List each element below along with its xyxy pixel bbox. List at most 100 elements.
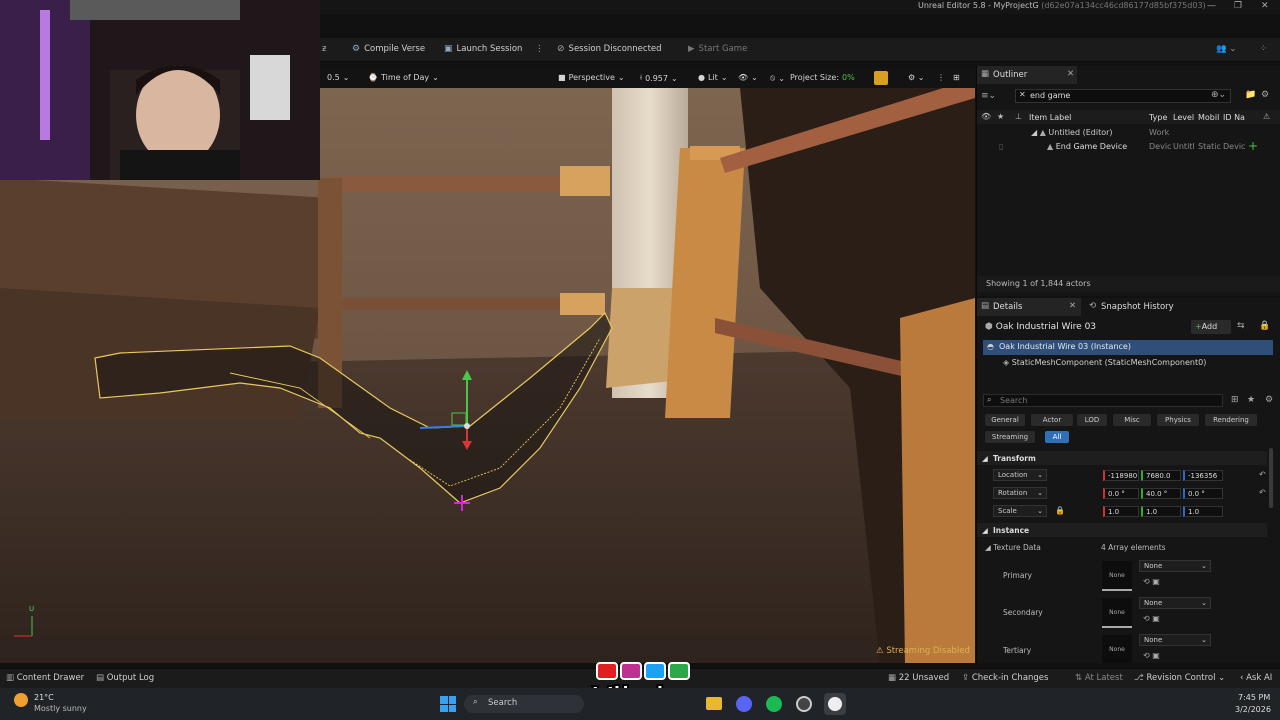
outliner-search-input[interactable]: ✕ end game (1015, 89, 1231, 103)
perspective-dropdown[interactable]: ■ Perspective ⌄ (558, 73, 625, 82)
settings-grid-icon[interactable]: ⁘ (1260, 44, 1267, 54)
spotify-icon[interactable] (766, 696, 782, 712)
settings-icon[interactable]: ⚙ (1261, 90, 1269, 100)
reset-icon[interactable]: ↶ (1259, 470, 1266, 479)
settings-icon[interactable]: ⚙ (1265, 395, 1273, 405)
slot-secondary-thumbnail[interactable]: None (1102, 598, 1132, 628)
use-selected-icon[interactable]: ⟲ ▣ (1143, 614, 1160, 623)
filter-lod[interactable]: LOD (1077, 414, 1107, 426)
row-pin-icon[interactable]: ▯ (999, 142, 1003, 151)
scale-y-field[interactable]: 1.0 (1141, 506, 1181, 517)
more-options-icon[interactable]: ⋮ (535, 44, 544, 54)
tab-details[interactable]: ▤ Details ✕ (977, 298, 1081, 316)
slot-tertiary-dropdown[interactable]: None ⌄ (1139, 634, 1211, 646)
viewport-settings-icon[interactable]: ⚙ ⌄ (908, 73, 924, 82)
pin-icon[interactable]: ⊥ (1015, 112, 1022, 121)
column-mobility[interactable]: Mobil (1198, 113, 1219, 122)
texture-data-label[interactable]: ◢ Texture Data (985, 543, 1041, 552)
fov-dropdown[interactable]: ⟊ 0.957 ⌄ (640, 73, 678, 83)
rotation-x-field[interactable]: 0.0 ° (1103, 488, 1139, 499)
rotation-y-field[interactable]: 40.0 ° (1141, 488, 1181, 499)
restore-icon[interactable]: ❐ (1234, 1, 1242, 11)
use-selected-icon[interactable]: ⟲ ▣ (1143, 651, 1160, 660)
layout-grid-icon[interactable]: ⊞ (953, 73, 960, 82)
favorite-icon[interactable]: ★ (997, 112, 1004, 121)
visibility-icon[interactable]: 👁 (981, 112, 991, 121)
lit-dropdown[interactable]: ● Lit ⌄ (698, 73, 728, 82)
folder-icon[interactable]: 📁 (1245, 90, 1256, 100)
slot-tertiary-thumbnail[interactable]: None (1102, 635, 1132, 663)
slot-secondary-dropdown[interactable]: None ⌄ (1139, 597, 1211, 609)
location-x-field[interactable]: -118980 (1103, 470, 1139, 481)
ask-ai-button[interactable]: ‹ Ask AI (1240, 673, 1272, 683)
users-icon[interactable]: 👥 ⌄ (1216, 44, 1236, 54)
list-item[interactable]: ▲ End Game Device (1047, 142, 1127, 151)
location-dropdown[interactable]: Location ⌄ (993, 469, 1047, 481)
file-explorer-icon[interactable] (706, 697, 722, 710)
reset-icon[interactable]: ↶ (1259, 488, 1266, 497)
minimize-icon[interactable]: — (1207, 1, 1216, 11)
scale-x-field[interactable]: 1.0 (1103, 506, 1139, 517)
clock-time[interactable]: 7:45 PM (1238, 693, 1270, 702)
content-drawer-button[interactable]: ▥ Content Drawer (6, 673, 84, 683)
revision-control-button[interactable]: ⎇ Revision Control ⌄ (1134, 673, 1225, 683)
compile-verse-button[interactable]: ⚙ Compile Verse (352, 44, 425, 54)
filter-actor[interactable]: Actor (1031, 414, 1073, 426)
close-icon[interactable]: ✕ (1261, 1, 1269, 11)
add-icon[interactable]: + (1248, 139, 1258, 153)
component-instance-row[interactable]: ◓ Oak Industrial Wire 03 (Instance) (983, 340, 1273, 355)
table-view-icon[interactable]: ⊞ (1231, 395, 1239, 405)
add-filter-icon[interactable]: ⊕⌄ (1211, 90, 1226, 100)
realtime-toggle-icon[interactable] (874, 71, 888, 85)
favorite-icon[interactable]: ★ (1247, 395, 1255, 405)
weather-text[interactable]: Mostly sunny (34, 704, 87, 713)
more-options-icon[interactable]: ⋮ (937, 73, 945, 82)
add-component-button[interactable]: +Add (1191, 320, 1231, 334)
session-status[interactable]: ⊘ Session Disconnected (557, 44, 662, 54)
column-item-label[interactable]: Item Label (1029, 113, 1071, 122)
time-of-day-dropdown[interactable]: ⌚ Time of Day ⌄ (368, 73, 439, 82)
filter-streaming[interactable]: Streaming (985, 431, 1035, 443)
filter-all[interactable]: All (1045, 431, 1069, 443)
start-button[interactable] (440, 696, 456, 712)
scale-z-field[interactable]: 1.0 (1183, 506, 1223, 517)
show-flags-dropdown[interactable]: 👁 ⌄ (738, 73, 758, 82)
component-row[interactable]: ◈ StaticMeshComponent (StaticMeshCompone… (1003, 358, 1206, 367)
use-selected-icon[interactable]: ⟲ ▣ (1143, 577, 1160, 586)
filter-physics[interactable]: Physics (1157, 414, 1199, 426)
filter-general[interactable]: General (985, 414, 1025, 426)
unsaved-button[interactable]: ▦ 22 Unsaved (888, 673, 949, 683)
column-type[interactable]: Type (1149, 113, 1167, 122)
tab-outliner[interactable]: ▦ Outliner ✕ (977, 66, 1077, 84)
taskbar-search[interactable]: ⌕ Search (464, 695, 584, 713)
location-z-field[interactable]: -136356 (1183, 470, 1223, 481)
output-log-button[interactable]: ▤ Output Log (96, 673, 154, 683)
clock-date[interactable]: 3/2/2026 (1235, 705, 1271, 714)
list-item[interactable]: ◢ ▲ Untitled (Editor) (1031, 128, 1113, 137)
close-icon[interactable]: ✕ (1069, 301, 1076, 311)
scale-dropdown[interactable]: Scale ⌄ (993, 505, 1047, 517)
discord-icon[interactable] (736, 696, 752, 712)
verse-icon[interactable]: ƶ (322, 44, 326, 54)
rotation-dropdown[interactable]: Rotation ⌄ (993, 487, 1047, 499)
check-in-button[interactable]: ⇪ Check-in Changes (962, 673, 1048, 683)
column-level[interactable]: Level (1173, 113, 1194, 122)
obs-icon[interactable] (796, 696, 812, 712)
unreal-editor-taskbar-button[interactable] (824, 693, 846, 715)
lock-icon[interactable]: 🔒 (1055, 506, 1065, 515)
transform-section-header[interactable]: ◢ Transform (977, 451, 1267, 465)
instance-section-header[interactable]: ◢ Instance (977, 523, 1267, 537)
rotation-z-field[interactable]: 0.0 ° (1183, 488, 1223, 499)
slot-primary-dropdown[interactable]: None ⌄ (1139, 560, 1211, 572)
camera-speed-dropdown[interactable]: 0.5 ⌄ (327, 73, 349, 82)
column-id-name[interactable]: ID Na (1223, 113, 1245, 122)
filter-icon[interactable]: ≡⌄ (981, 91, 996, 101)
details-search-input[interactable]: ⌕ Search (983, 394, 1223, 407)
close-icon[interactable]: ✕ (1067, 69, 1074, 79)
slot-primary-thumbnail[interactable]: None (1102, 561, 1132, 591)
blueprint-icon[interactable]: ⇆ (1237, 321, 1245, 331)
clear-search-icon[interactable]: ✕ (1019, 90, 1026, 99)
filter-misc[interactable]: Misc (1113, 414, 1151, 426)
tab-snapshot-history[interactable]: ⟲ Snapshot History (1085, 298, 1195, 316)
location-y-field[interactable]: 7680.0 (1141, 470, 1181, 481)
